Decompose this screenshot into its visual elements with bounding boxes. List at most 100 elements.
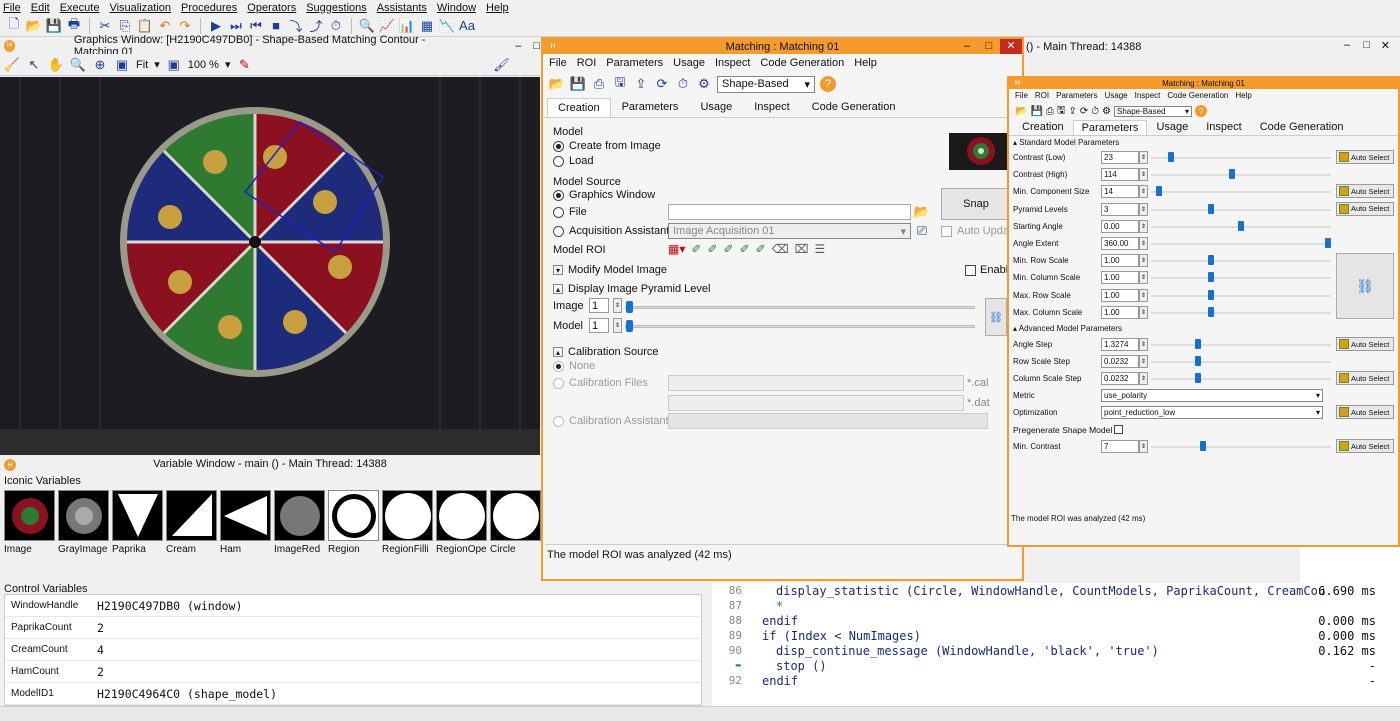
file-path-input[interactable] — [668, 204, 911, 220]
maximize-icon[interactable]: □ — [533, 40, 540, 52]
pregenerate-option[interactable]: Pregenerate Shape Model — [1013, 422, 1124, 437]
parameter-value-input[interactable]: 1.00 — [1101, 254, 1139, 268]
parameter-slider[interactable] — [1151, 157, 1331, 159]
maximize-icon[interactable]: □ — [1363, 39, 1370, 51]
horizontal-scrollbar[interactable] — [0, 706, 1400, 721]
link-scales-button[interactable]: ⛓ — [1336, 253, 1394, 320]
settings-icon[interactable]: ⚙ — [1102, 106, 1111, 117]
tab-usage[interactable]: Usage — [689, 97, 743, 117]
parameter-value-input[interactable]: 1.00 — [1101, 288, 1139, 302]
slider-thumb[interactable] — [626, 320, 633, 332]
image-level-input[interactable]: 1 — [589, 298, 609, 313]
draw-line-icon[interactable]: ✐ — [691, 242, 701, 256]
spin-icon[interactable]: ⇕ — [1139, 168, 1148, 182]
auto-update-checkbox[interactable] — [941, 225, 952, 237]
parameter-slider[interactable] — [1151, 174, 1331, 177]
parameter-slider[interactable] — [1151, 361, 1331, 363]
timer-icon[interactable]: ⏱ — [675, 76, 691, 92]
display-pyramid-section[interactable]: ▴ Display Image Pyramid Level — [553, 283, 710, 295]
slider-thumb[interactable] — [1156, 186, 1163, 197]
slider-thumb[interactable] — [1208, 289, 1215, 300]
step-back-icon[interactable]: ⏮ — [248, 18, 264, 34]
slider-thumb[interactable] — [1208, 255, 1215, 266]
tab-code-generation[interactable]: Code Generation — [1251, 119, 1353, 135]
spin-icon[interactable]: ⇕ — [1139, 355, 1148, 368]
radio-button[interactable] — [553, 415, 564, 427]
spin-icon[interactable]: ⇕ — [613, 318, 622, 333]
parameter-value-input[interactable]: 14 — [1101, 185, 1139, 199]
enable-checkbox[interactable] — [965, 264, 976, 276]
clear-window-icon[interactable]: 🧹 — [4, 57, 20, 73]
help-icon[interactable]: ? — [1195, 105, 1207, 117]
tab-inspect[interactable]: Inspect — [1197, 119, 1250, 135]
iconic-thumbnail[interactable] — [274, 490, 325, 541]
calibration-files-option[interactable]: Calibration Files — [553, 377, 648, 389]
magnifier-icon[interactable]: 🔍 — [70, 57, 86, 73]
parameter-slider[interactable] — [1151, 446, 1331, 448]
refresh-icon[interactable]: ⟳ — [654, 76, 670, 92]
print-icon[interactable]: 🖶 — [66, 16, 82, 34]
spin-icon[interactable]: ⇕ — [1139, 271, 1148, 285]
menu-help[interactable]: Help — [486, 2, 509, 14]
radio-button[interactable] — [553, 225, 564, 237]
iconic-variable-5[interactable]: ImageRed — [274, 490, 325, 557]
metric_label-select[interactable]: use_polarity ▾ — [1101, 389, 1323, 402]
cut-icon[interactable]: ✂ — [97, 18, 113, 34]
spin-icon[interactable]: ⇕ — [1139, 372, 1148, 385]
menu-code-generation[interactable]: Code Generation — [760, 57, 844, 69]
chevron-up-icon[interactable]: ▴ — [553, 347, 563, 357]
tab-parameters[interactable]: Parameters — [1072, 120, 1148, 135]
parameter-value-input[interactable]: 0.00 — [1101, 219, 1139, 233]
menu-suggestions[interactable]: Suggestions — [306, 2, 367, 14]
optimization_label-select[interactable]: point_reduction_low ▾ — [1101, 406, 1323, 419]
color-settings-icon[interactable]: ✎ — [237, 57, 253, 73]
advanced-params-section[interactable]: ▴ Advanced Model Parameters — [1013, 324, 1122, 333]
parameter-value-input[interactable]: 0.0232 — [1101, 372, 1139, 385]
save-model-icon[interactable]: 🖫 — [1057, 103, 1066, 120]
parameter-slider[interactable] — [1151, 344, 1331, 346]
open-file-icon[interactable]: 📂 — [26, 18, 42, 34]
run-icon[interactable]: ▶ — [208, 18, 224, 34]
export-icon[interactable]: ⇪ — [1068, 106, 1076, 117]
menu-inspect[interactable]: Inspect — [715, 57, 750, 69]
iconic-thumbnail[interactable] — [166, 490, 217, 541]
calibration-source-section[interactable]: ▴ Calibration Source — [553, 346, 659, 358]
control-variable-row[interactable]: WindowHandle H2190C497DB0 (window) — [5, 595, 701, 617]
create-from-image-option[interactable]: Create from Image — [553, 140, 661, 152]
load-option[interactable]: Load — [553, 155, 593, 167]
parameter-value-input[interactable]: 360.00 — [1101, 237, 1139, 250]
save-icon[interactable]: 💾 — [46, 18, 62, 34]
slider-thumb[interactable] — [1208, 272, 1215, 283]
stop-icon[interactable]: ■ — [268, 18, 284, 34]
code-insert-icon[interactable]: ⎙ — [591, 76, 607, 92]
radio-button[interactable] — [553, 155, 564, 167]
slider-thumb[interactable] — [1229, 169, 1236, 180]
menu-operators[interactable]: Operators — [247, 2, 296, 14]
parameter-value-input[interactable]: 3 — [1101, 202, 1139, 216]
parameter-value-input[interactable]: 0.0232 — [1101, 355, 1139, 368]
code-line[interactable]: 87 * — [712, 598, 1400, 613]
spin-icon[interactable]: ⇕ — [1139, 254, 1148, 268]
menu-file[interactable]: File — [3, 2, 21, 14]
code-line[interactable]: 86 display_statistic (Circle, WindowHandl… — [712, 583, 1400, 598]
standard-params-section[interactable]: ▴ Standard Model Parameters — [1013, 138, 1119, 147]
menu-help[interactable]: Help — [1235, 91, 1251, 100]
graphics-canvas[interactable] — [0, 77, 540, 429]
timer-icon[interactable]: ⏱ — [1091, 106, 1099, 117]
menu-procedures[interactable]: Procedures — [181, 2, 237, 14]
menu-window[interactable]: Window — [437, 2, 476, 14]
program-code-editor[interactable]: 86 display_statistic (Circle, WindowHandl… — [712, 583, 1400, 706]
iconic-thumbnail[interactable] — [490, 490, 541, 541]
parameter-slider[interactable] — [1151, 260, 1331, 263]
slider-thumb[interactable] — [1238, 220, 1244, 231]
menu-code-generation[interactable]: Code Generation — [1167, 91, 1228, 100]
slider-thumb[interactable] — [1199, 441, 1206, 451]
slider-thumb[interactable] — [1194, 356, 1201, 366]
iconic-variable-6[interactable]: Region — [328, 490, 379, 557]
acquisition-assistant-option[interactable]: Acquisition Assistant — [553, 225, 669, 237]
spin-icon[interactable]: ⇕ — [1139, 338, 1148, 351]
control-variable-row[interactable]: PaprikaCount 2 — [5, 617, 701, 639]
iconic-thumbnail[interactable] — [382, 490, 433, 541]
spin-icon[interactable]: ⇕ — [1139, 219, 1148, 233]
parameter-value-input[interactable]: 23 — [1101, 151, 1139, 164]
